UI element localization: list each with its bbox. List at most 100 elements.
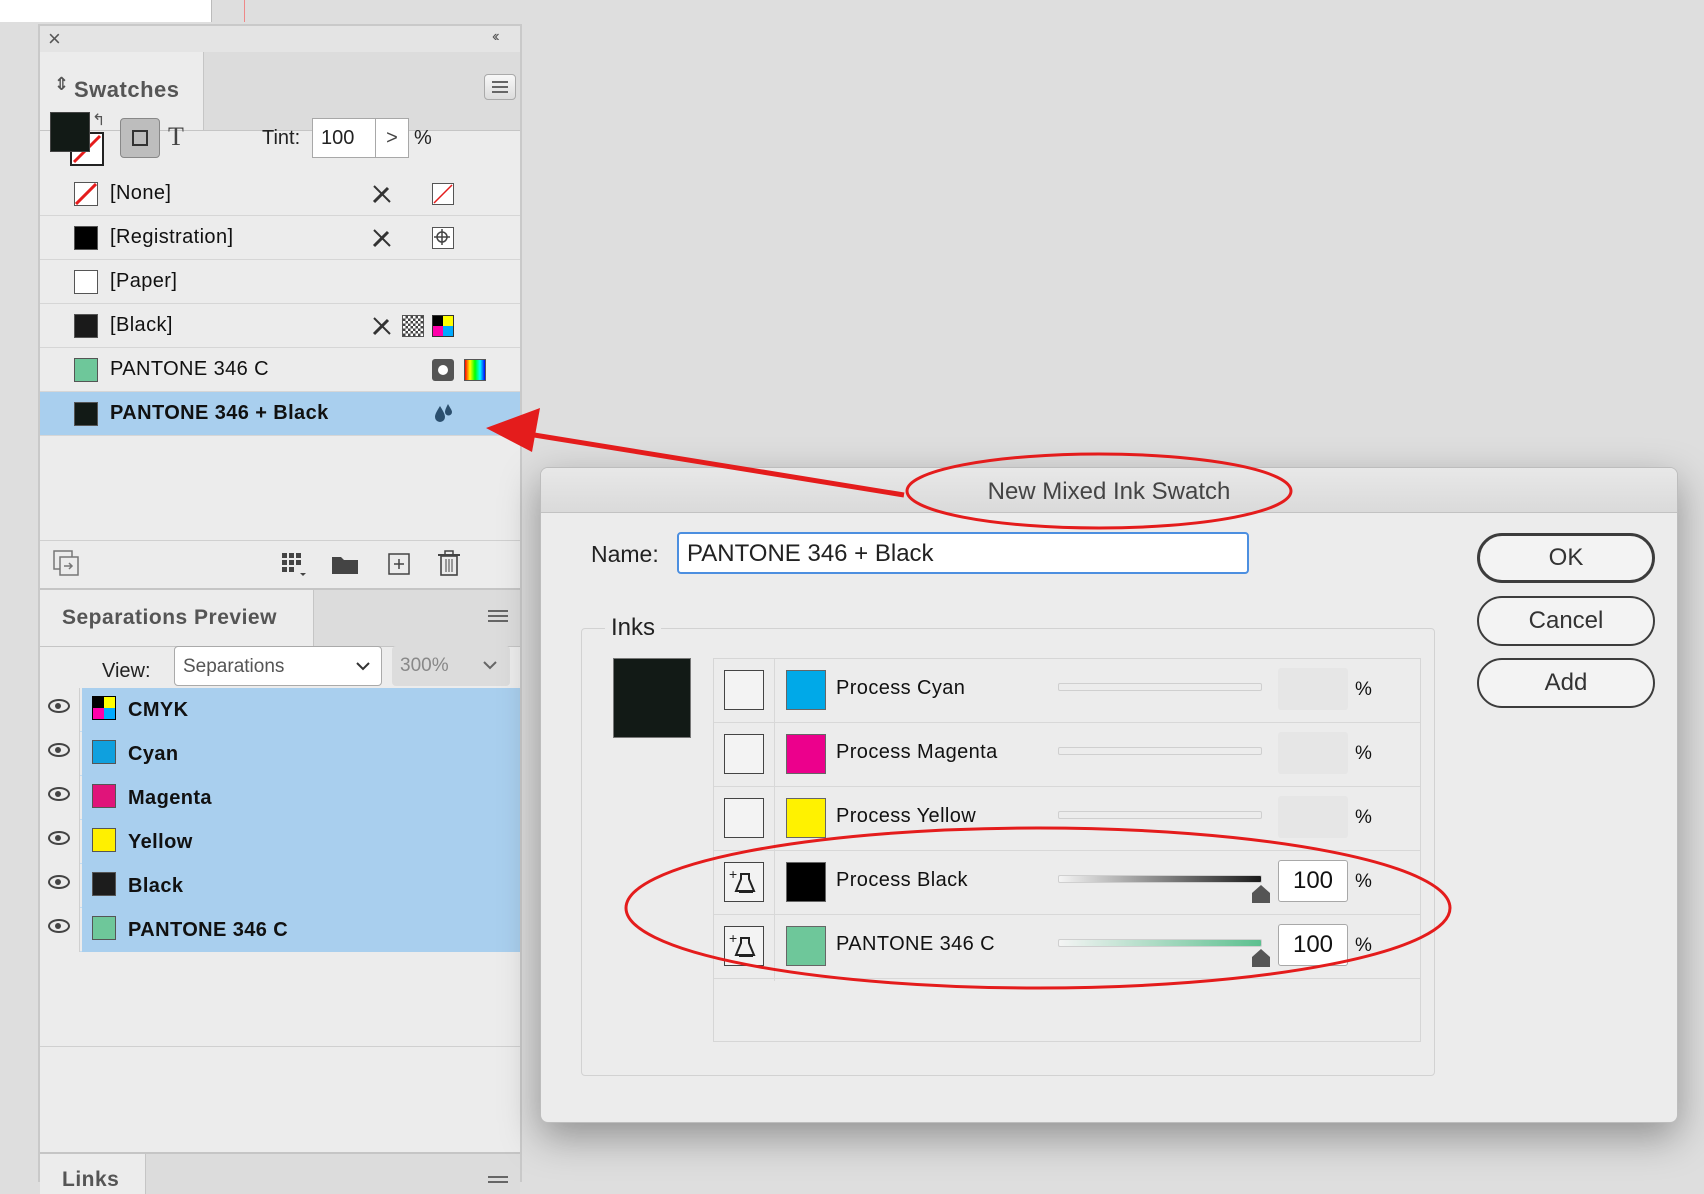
plate-chip [92,740,116,764]
eye-icon[interactable] [48,831,70,845]
plate-chip [92,916,116,940]
view-select-value: Separations [183,656,285,677]
mixed-ink-icon [432,402,456,431]
swatch-chip-paper [74,270,98,294]
show-kinds-icon[interactable] [52,549,80,582]
name-label: Name: [591,541,659,567]
ink-row-process-cyan: Process Cyan % [714,659,1420,723]
swatch-item-black[interactable]: [Black] [40,304,520,348]
swatches-panel-menu-button[interactable] [484,74,516,100]
ink-row-process-yellow: Process Yellow % [714,787,1420,851]
ink-percent-input [1278,732,1348,774]
plate-row-cyan[interactable]: Cyan [40,732,520,776]
plate-row-cmyk[interactable]: CMYK [40,688,520,732]
ink-row-process-black: + Process Black 100 % [714,851,1420,915]
swatch-item-paper[interactable]: [Paper] [40,260,520,304]
tab-separations-label: Separations Preview [62,606,277,629]
new-folder-icon[interactable] [330,551,360,582]
swatch-item-pantone-346c[interactable]: PANTONE 346 C [40,348,520,392]
plate-name: Magenta [128,787,212,809]
swatch-item-registration[interactable]: [Registration] [40,216,520,260]
tint-unit: % [414,127,432,149]
plate-row-black[interactable]: Black [40,864,520,908]
fill-swatch-front[interactable] [50,112,90,152]
slider-thumb[interactable] [1252,949,1270,967]
new-mixed-ink-swatch-dialog: New Mixed Ink Swatch Name: PANTONE 346 +… [540,467,1678,1123]
ink-slider [1058,811,1262,819]
swatch-name: [Paper] [110,270,178,292]
ink-chip [786,798,826,838]
swatch-name: [Black] [110,314,173,336]
name-input[interactable]: PANTONE 346 + Black [677,532,1249,574]
ink-row-process-magenta: Process Magenta % [714,723,1420,787]
ink-include-toggle[interactable]: + [724,862,764,902]
formatting-container-button[interactable] [120,118,160,158]
ink-slider[interactable] [1058,875,1262,883]
plate-chip [92,872,116,896]
tab-links[interactable]: Links [40,1154,146,1194]
tab-separations-preview[interactable]: Separations Preview [40,590,314,646]
swatch-name: PANTONE 346 + Black [110,402,329,424]
add-button[interactable]: Add [1477,658,1655,708]
eye-icon[interactable] [48,875,70,889]
ink-percent-input[interactable]: 100 [1278,924,1348,966]
swatches-toolbar [40,540,520,587]
plate-row-yellow[interactable]: Yellow [40,820,520,864]
ink-percent-sign: % [1355,871,1372,892]
trash-icon[interactable] [436,549,462,582]
ink-include-toggle[interactable] [724,734,764,774]
svg-text:+: + [729,866,737,882]
eye-icon[interactable] [48,787,70,801]
swatch-name: [None] [110,182,172,204]
swatch-name: [Registration] [110,226,234,248]
swatch-item-mixed-ink[interactable]: PANTONE 346 + Black [40,392,520,436]
ink-percent-input [1278,668,1348,710]
links-panel-menu-icon[interactable] [488,1176,508,1190]
sort-arrows-icon: ⇕ [54,74,70,94]
new-swatch-icon[interactable] [386,551,412,582]
tint-input[interactable]: 100 [312,118,376,158]
ink-include-toggle[interactable] [724,670,764,710]
plate-row-pantone[interactable]: PANTONE 346 C [40,908,520,952]
cmyk-chip-icon [92,696,116,720]
dialog-title: New Mixed Ink Swatch [987,478,1231,505]
page-guide-line [244,0,245,22]
ink-include-toggle[interactable]: + [724,926,764,966]
tint-stepper-button[interactable]: > [375,118,409,158]
ink-percent-input[interactable]: 100 [1278,860,1348,902]
eye-icon[interactable] [48,699,70,713]
view-label: View: [102,660,151,682]
swatch-views-icon[interactable] [280,551,308,584]
swap-fill-stroke-icon[interactable]: ↰ [92,110,105,130]
swatch-item-none[interactable]: [None] [40,172,520,216]
zoom-select[interactable]: 300% [392,646,510,686]
cannot-edit-icon [370,314,394,343]
eye-icon[interactable] [48,919,70,933]
tab-swatches-label: Swatches [74,77,180,102]
dock-title-bar: × ‹‹ [40,26,520,53]
close-icon[interactable]: × [48,26,61,52]
swatch-chip-registration [74,226,98,250]
formatting-text-button[interactable]: T [168,122,184,152]
inks-group-label: Inks [605,614,662,642]
view-select[interactable]: Separations [174,646,382,686]
cannot-edit-icon [370,182,394,211]
plate-name: Yellow [128,831,193,853]
slider-thumb[interactable] [1252,885,1270,903]
ink-slider[interactable] [1058,939,1262,947]
inks-list: Process Cyan % Process Magenta % Process… [713,658,1421,1042]
tab-links-label: Links [62,1168,120,1191]
ok-button[interactable]: OK [1477,533,1655,583]
cancel-button[interactable]: Cancel [1477,596,1655,646]
swatch-name: PANTONE 346 C [110,358,269,380]
separations-panel-menu-icon[interactable] [488,610,508,624]
ink-percent-input [1278,796,1348,838]
plate-row-magenta[interactable]: Magenta [40,776,520,820]
ink-include-toggle[interactable] [724,798,764,838]
ink-chip [786,862,826,902]
ink-chip [786,670,826,710]
eye-icon[interactable] [48,743,70,757]
zoom-select-value: 300% [400,655,449,676]
ink-percent-sign: % [1355,935,1372,956]
collapse-icon[interactable]: ‹‹ [492,28,499,46]
